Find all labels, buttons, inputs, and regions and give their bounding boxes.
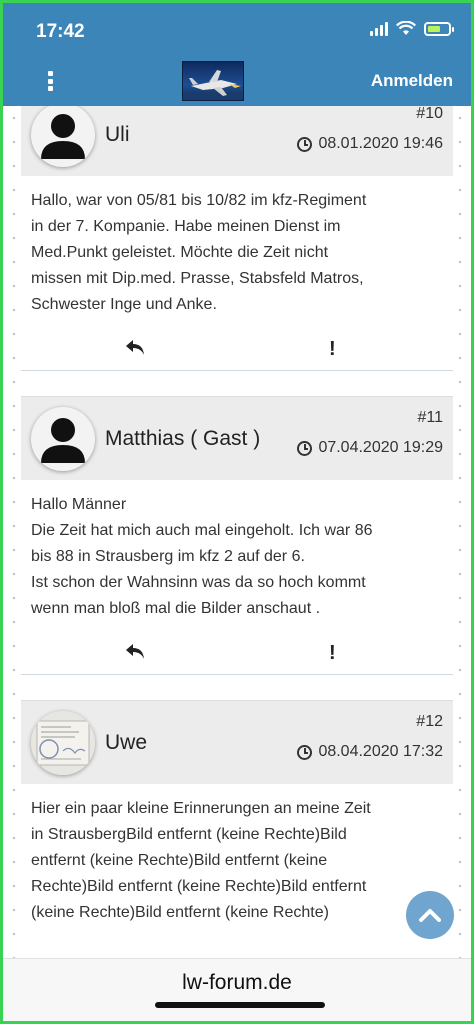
scroll-to-top-button[interactable] <box>406 891 454 939</box>
post-line: Schwester Inge und Anke. <box>31 296 217 313</box>
home-indicator[interactable] <box>155 1002 325 1008</box>
post-body: Hallo Männer Die Zeit hat mich auch mal … <box>21 480 453 622</box>
status-time: 17:42 <box>36 21 85 42</box>
post-author[interactable]: Matthias ( Gast ) <box>105 427 260 451</box>
app-header: 17:42 Anmelden <box>3 3 471 106</box>
post-number[interactable]: #11 <box>417 409 443 427</box>
post: Uli #10 08.01.2020 19:46 Hallo, war von … <box>21 106 453 371</box>
post-line: Med.Punkt geleistet. Möchte die Zeit nic… <box>31 244 329 261</box>
post-header: Matthias ( Gast ) #11 07.04.2020 19:29 <box>21 396 453 480</box>
post-number[interactable]: #12 <box>416 713 443 731</box>
divider <box>21 370 453 371</box>
login-button[interactable]: Anmelden <box>371 71 453 91</box>
post-header: Uwe #12 08.04.2020 17:32 <box>21 700 453 784</box>
menu-icon[interactable] <box>43 71 57 91</box>
chevron-up-icon <box>419 909 441 922</box>
wifi-icon <box>396 21 416 35</box>
battery-icon <box>424 21 454 36</box>
post-line: bis 88 in Strausberg im kfz 2 auf der 6. <box>31 548 305 565</box>
browser-address-bar[interactable]: lw-forum.de <box>3 958 471 1021</box>
post-date-text: 08.04.2020 17:32 <box>318 743 443 760</box>
post-list: Uli #10 08.01.2020 19:46 Hallo, war von … <box>3 106 471 958</box>
post: Matthias ( Gast ) #11 07.04.2020 19:29 H… <box>21 396 453 675</box>
post-line: wenn man bloß mal die Bilder anschaut . <box>31 600 321 617</box>
decorative-dots <box>11 106 17 958</box>
post-number[interactable]: #10 <box>416 106 443 123</box>
post-author[interactable]: Uwe <box>105 731 147 755</box>
post-actions: ! <box>21 330 453 370</box>
report-icon[interactable]: ! <box>329 338 336 361</box>
post: Uwe #12 08.04.2020 17:32 Hier ein paar k… <box>21 700 453 926</box>
post-line: (keine Rechte)Bild entfernt (keine Recht… <box>31 904 329 921</box>
post-header: Uli #10 08.01.2020 19:46 <box>21 106 453 176</box>
post-line: Rechte)Bild entfernt (keine Rechte)Bild … <box>31 878 367 895</box>
report-icon[interactable]: ! <box>329 642 336 665</box>
avatar[interactable] <box>31 711 95 775</box>
post-line: Die Zeit hat mich auch mal eingeholt. Ic… <box>31 522 373 539</box>
reply-icon[interactable] <box>125 338 147 356</box>
clock-icon <box>297 440 313 456</box>
post-line: Hier ein paar kleine Erinnerungen an mei… <box>31 800 371 817</box>
reply-icon[interactable] <box>125 642 147 660</box>
post-date: 07.04.2020 19:29 <box>297 439 443 457</box>
post-line: in der 7. Kompanie. Habe meinen Dienst i… <box>31 218 341 235</box>
post-body: Hier ein paar kleine Erinnerungen an mei… <box>21 784 453 926</box>
post-date: 08.04.2020 17:32 <box>297 743 443 761</box>
site-url[interactable]: lw-forum.de <box>3 971 471 995</box>
post-line: Hallo Männer <box>31 496 127 513</box>
post-author[interactable]: Uli <box>105 123 130 147</box>
post-line: Ist schon der Wahnsinn was da so hoch ko… <box>31 574 366 591</box>
post-line: in StrausbergBild entfernt (keine Rechte… <box>31 826 347 843</box>
post-line: Hallo, war von 05/81 bis 10/82 im kfz-Re… <box>31 192 367 209</box>
status-icons <box>370 21 454 36</box>
avatar[interactable] <box>31 407 95 471</box>
post-date-text: 08.01.2020 19:46 <box>318 135 443 152</box>
post-line: missen mit Dip.med. Prasse, Stabsfeld Ma… <box>31 270 364 287</box>
cellular-signal-icon <box>370 21 388 36</box>
clock-icon <box>297 136 313 152</box>
post-line: entfernt (keine Rechte)Bild entfernt (ke… <box>31 852 328 869</box>
jet-logo-icon[interactable] <box>182 61 244 101</box>
avatar[interactable] <box>31 106 95 167</box>
post-date: 08.01.2020 19:46 <box>297 135 443 153</box>
post-date-text: 07.04.2020 19:29 <box>318 439 443 456</box>
divider <box>21 674 453 675</box>
decorative-dots <box>457 106 463 958</box>
post-body: Hallo, war von 05/81 bis 10/82 im kfz-Re… <box>21 176 453 318</box>
post-actions: ! <box>21 634 453 674</box>
clock-icon <box>297 744 313 760</box>
